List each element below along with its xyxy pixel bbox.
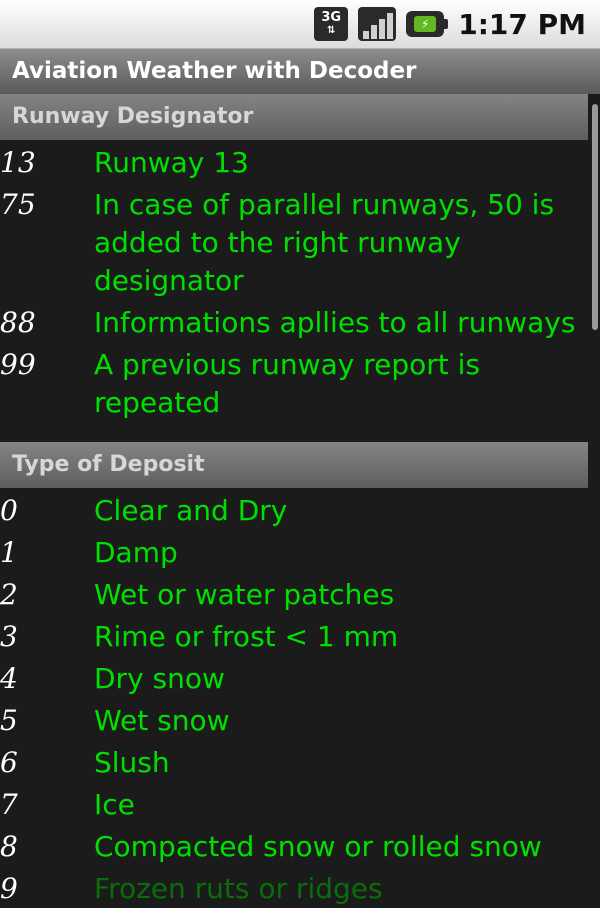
- item-description: Clear and Dry: [94, 494, 288, 527]
- list-item[interactable]: 7 Ice: [0, 782, 588, 824]
- item-description: Informations apllies to all runways: [94, 306, 576, 339]
- battery-icon: ⚡: [406, 11, 449, 37]
- list-item[interactable]: 6 Slush: [0, 740, 588, 782]
- list-item[interactable]: 88 Informations apllies to all runways: [0, 300, 588, 342]
- item-code: 0: [0, 494, 18, 527]
- item-code: 6: [0, 746, 18, 779]
- item-description: A previous runway report is repeated: [94, 348, 480, 419]
- item-description: Runway 13: [94, 146, 249, 179]
- network-type-label: 3G: [321, 10, 342, 25]
- app-title: Aviation Weather with Decoder: [0, 48, 600, 94]
- item-description: Ice: [94, 788, 135, 821]
- list-item[interactable]: 2 Wet or water patches: [0, 572, 588, 614]
- scrollbar[interactable]: [592, 104, 598, 330]
- signal-strength-icon: [358, 7, 397, 41]
- list-item[interactable]: 3 Rime or frost < 1 mm: [0, 614, 588, 656]
- item-description: Damp: [94, 536, 178, 569]
- item-description: Slush: [94, 746, 170, 779]
- item-code: 88: [0, 306, 36, 339]
- item-code: 75: [0, 188, 36, 221]
- section-header-type-of-deposit: Type of Deposit: [0, 442, 588, 488]
- item-code: 2: [0, 578, 18, 611]
- item-code: 9: [0, 872, 18, 905]
- list-item[interactable]: 8 Compacted snow or rolled snow: [0, 824, 588, 866]
- list-item[interactable]: 9 Frozen ruts or ridges: [0, 866, 588, 908]
- status-bar: 3G ⇅ ⚡ 1:17 PM: [0, 0, 600, 48]
- item-code: 1: [0, 536, 18, 569]
- list-item[interactable]: 5 Wet snow: [0, 698, 588, 740]
- item-code: 99: [0, 348, 36, 381]
- item-description: Wet snow: [94, 704, 230, 737]
- list-item[interactable]: 4 Dry snow: [0, 656, 588, 698]
- list-item[interactable]: 13 Runway 13: [0, 140, 588, 182]
- list-item[interactable]: 0 Clear and Dry: [0, 488, 588, 530]
- decoder-list[interactable]: Runway Designator 13 Runway 13 75 In cas…: [0, 94, 588, 908]
- item-code: 7: [0, 788, 18, 821]
- item-code: 5: [0, 704, 18, 737]
- list-item[interactable]: 75 In case of parallel runways, 50 is ad…: [0, 182, 588, 300]
- item-code: 3: [0, 620, 18, 653]
- list-item[interactable]: 1 Damp: [0, 530, 588, 572]
- item-description: Dry snow: [94, 662, 225, 695]
- item-description: In case of parallel runways, 50 is added…: [94, 188, 555, 297]
- item-code: 4: [0, 662, 18, 695]
- item-code: 13: [0, 146, 36, 179]
- status-clock: 1:17 PM: [458, 7, 586, 41]
- network-3g-icon: 3G ⇅: [314, 7, 349, 41]
- item-code: 8: [0, 830, 18, 863]
- list-item[interactable]: 99 A previous runway report is repeated: [0, 342, 588, 422]
- item-description: Compacted snow or rolled snow: [94, 830, 542, 863]
- item-description: Frozen ruts or ridges: [94, 872, 383, 905]
- section-header-runway-designator: Runway Designator: [0, 94, 588, 140]
- item-description: Wet or water patches: [94, 578, 395, 611]
- item-description: Rime or frost < 1 mm: [94, 620, 399, 653]
